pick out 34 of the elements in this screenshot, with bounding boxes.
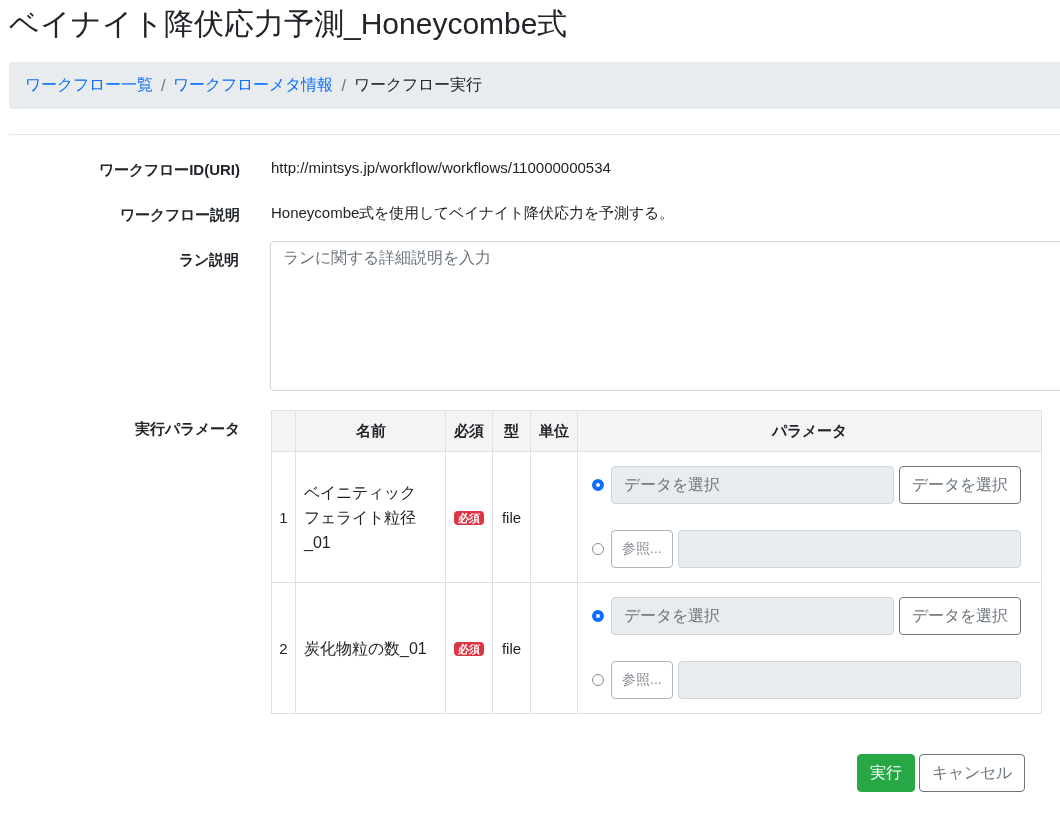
- run-button[interactable]: 実行: [857, 754, 915, 792]
- table-cell: 炭化物粒の数_01: [295, 582, 446, 714]
- breadcrumb-link[interactable]: ワークフローメタ情報: [173, 75, 334, 96]
- radio-button[interactable]: [592, 610, 604, 622]
- cancel-button[interactable]: キャンセル: [919, 754, 1025, 792]
- select-data-button[interactable]: データを選択: [899, 597, 1021, 635]
- table-cell: ベイニティックフェライト粒径_01: [295, 451, 446, 583]
- column-header: 型: [492, 410, 531, 452]
- breadcrumb-separator: /: [160, 76, 167, 95]
- column-header: パラメータ: [577, 410, 1042, 452]
- field-label: ワークフロー説明: [120, 206, 240, 223]
- column-header: 単位: [530, 410, 578, 452]
- select-data-button[interactable]: データを選択: [899, 466, 1021, 504]
- page-title: ベイナイト降伏応力予測_Honeycombe式: [9, 6, 569, 42]
- column-header: 必須: [445, 410, 493, 452]
- browse-button[interactable]: 参照...: [611, 530, 673, 568]
- row-number: 2: [271, 582, 296, 714]
- field-label: ラン説明: [179, 251, 239, 268]
- breadcrumb-separator: /: [340, 76, 347, 95]
- field-value: Honeycombe式を使用してベイナイト降伏応力を予測する。: [271, 204, 675, 221]
- run-description-field[interactable]: ランに関する詳細説明を入力: [270, 241, 1060, 391]
- table-cell: file: [492, 582, 531, 714]
- field-label: 実行パラメータ: [135, 420, 240, 437]
- row-number: 1: [271, 451, 296, 583]
- column-header: 名前: [295, 410, 446, 452]
- required-badge: 必須: [454, 642, 484, 656]
- radio-button[interactable]: [592, 479, 604, 491]
- breadcrumb-current: ワークフロー実行: [353, 75, 482, 95]
- browse-button[interactable]: 参照...: [611, 661, 673, 699]
- field-value: http://mintsys.jp/workflow/workflows/110000000534: [271, 159, 611, 176]
- required-badge: 必須: [454, 511, 484, 525]
- field-label: ワークフローID(URI): [99, 161, 240, 178]
- breadcrumb-link[interactable]: ワークフロー一覧: [25, 75, 153, 96]
- table-cell: file: [492, 451, 531, 583]
